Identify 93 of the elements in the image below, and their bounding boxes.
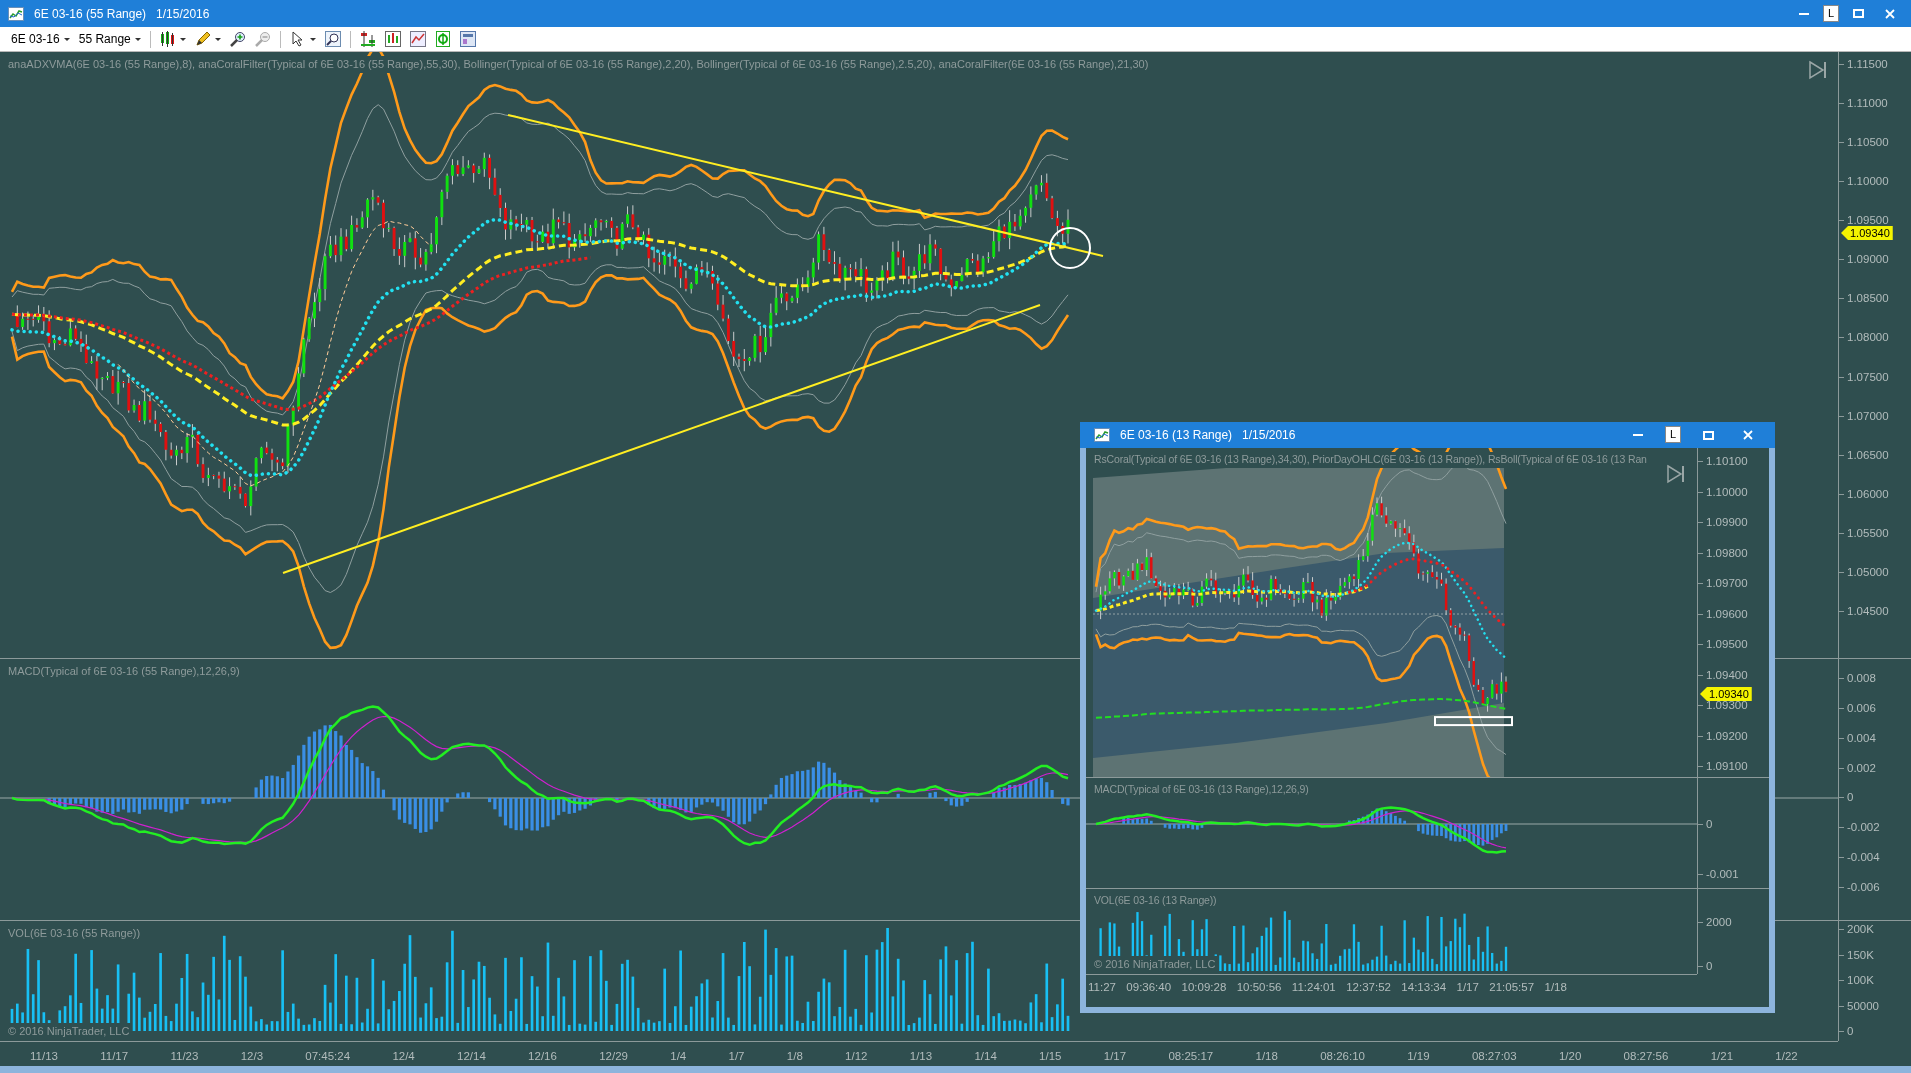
axis-label: 0.002: [1839, 759, 1876, 776]
axis-label: 1/4: [670, 1049, 687, 1064]
indicator-legend: VOL(6E 03-16 (13 Range)): [1092, 893, 1219, 909]
axis-label: 1.08000: [1839, 329, 1889, 346]
axis-label: 1.09600: [1698, 605, 1748, 622]
axis-label: 1.10000: [1839, 173, 1889, 190]
axis-label: 0: [1698, 958, 1713, 974]
axis-label: 1.11500: [1839, 56, 1888, 72]
indicator-legend: MACD(Typical of 6E 03-16 (13 Range),12,26,9): [1092, 782, 1311, 798]
axis-label: 1/17: [1103, 1049, 1127, 1064]
axis-label: 50000: [1839, 997, 1879, 1014]
axis-label: 200K: [1839, 921, 1874, 937]
axis-label: 12/29: [599, 1049, 628, 1064]
axis-label: 1.07000: [1839, 407, 1889, 424]
axis-label: 12/3: [240, 1049, 264, 1064]
axis-label: 1.05000: [1839, 563, 1889, 580]
axis-label: -0.006: [1839, 878, 1880, 895]
axis-label: 1/22: [1775, 1049, 1798, 1064]
axis-label: 08:27:56: [1623, 1049, 1669, 1064]
axis-label: 11/17: [100, 1049, 129, 1064]
axis-label: 12:37:52: [1346, 980, 1391, 995]
axis-label: 1/8: [786, 1049, 803, 1064]
axis-label: 1/17: [1456, 980, 1479, 995]
axis-label: 08:26:10: [1320, 1049, 1365, 1064]
indicator-legend: anaADXVMA(6E 03-16 (55 Range),8), anaCoralFilter(Typical of 6E 03-16 (55 Range),55,30), Bollinger(Typical of 6E 03-16 (55 Range),2,20), Bollinger(Typical of 6E 03-16 (55 Range),2.5,20), anaCoralFilter(6E 03-16 (55 Range),21,30): [6, 56, 1151, 73]
axis-label: 1.09100: [1698, 758, 1748, 774]
axis-label: 1.08500: [1839, 290, 1889, 307]
window-title: 6E 03-16 (13 Range): [1120, 427, 1233, 444]
axis-label: 12/16: [528, 1049, 557, 1064]
axis-label: 1/15: [1039, 1049, 1062, 1064]
axis-label: -0.001: [1698, 866, 1739, 882]
axis-label: 21:05:57: [1489, 980, 1535, 995]
window-date: 1/15/2016: [156, 5, 210, 23]
axis-label: 0.006: [1839, 699, 1876, 716]
axis-label: 1/20: [1558, 1049, 1582, 1064]
axis-label: 1.07500: [1839, 368, 1889, 385]
axis-label: 1.10500: [1839, 134, 1889, 151]
axis-label: 100K: [1839, 972, 1874, 988]
axis-label: 0: [1839, 789, 1854, 806]
axis-label: 1/13: [909, 1049, 933, 1064]
axis-label: 1.10100: [1698, 453, 1748, 469]
window-title: 6E 03-16 (55 Range): [34, 5, 147, 23]
axis-label: 2000: [1698, 914, 1732, 930]
axis-label: 1.09500: [1698, 636, 1748, 652]
axis-label: 1/7: [728, 1049, 745, 1064]
axis-label: 1.06500: [1839, 446, 1889, 463]
last-price-tag: 1.09340: [1700, 687, 1752, 701]
axis-label: 0: [1839, 1023, 1854, 1039]
instrument-dropdown[interactable]: 6E 03-16: [8, 28, 73, 50]
axis-label: 0.008: [1839, 670, 1876, 686]
axis-label: 1.09000: [1839, 251, 1889, 268]
axis-label: 150K: [1839, 946, 1874, 963]
axis-label: 1/12: [845, 1049, 868, 1064]
axis-label: -0.004: [1839, 849, 1880, 866]
axis-label: 1.10000: [1698, 483, 1748, 500]
axis-label: 10:09:28: [1181, 980, 1227, 995]
axis-label: -0.002: [1839, 819, 1880, 836]
interval-dropdown[interactable]: 55 Range: [75, 28, 144, 50]
axis-label: 08:25:17: [1168, 1049, 1214, 1064]
axis-label: 1.09400: [1698, 666, 1748, 683]
axis-label: 1.09800: [1698, 544, 1748, 561]
axis-label: 11:24:01: [1291, 980, 1336, 995]
axis-label: 1/18: [1255, 1049, 1278, 1064]
axis-label: 1/19: [1407, 1049, 1430, 1064]
axis-label: 1.05500: [1839, 524, 1889, 541]
axis-label: 1.09200: [1698, 727, 1748, 744]
axis-label: 08:27:03: [1471, 1049, 1517, 1064]
axis-label: 1/14: [974, 1049, 997, 1064]
axis-label: 11/13: [30, 1049, 58, 1064]
axis-label: 07:45:24: [305, 1049, 351, 1064]
axis-label: 1.11000: [1839, 95, 1888, 112]
axis-label: 11:27: [1088, 980, 1116, 995]
axis-label: 1/18: [1544, 980, 1567, 995]
axis-label: 1.06000: [1839, 485, 1889, 502]
axis-label: 0.004: [1839, 729, 1876, 746]
axis-label: 1.09500: [1839, 212, 1889, 229]
window-date: 1/15/2016: [1242, 427, 1296, 444]
axis-label: 0: [1698, 816, 1713, 832]
link-badge[interactable]: L: [1664, 426, 1681, 443]
axis-label: 1/21: [1710, 1049, 1734, 1064]
last-price-tag: 1.09340: [1841, 226, 1893, 240]
axis-label: 14:13:34: [1401, 980, 1447, 995]
link-badge[interactable]: L: [1822, 4, 1839, 22]
axis-label: 11/23: [170, 1049, 199, 1064]
axis-label: 1.09700: [1698, 575, 1748, 591]
indicator-legend: RsCoral(Typical of 6E 03-16 (13 Range),34,30), PriorDayOHLC(6E 03-16 (13 Range)), RsBoll(Typical of 6E 03-16 (13 Ran: [1092, 452, 1649, 468]
axis-label: 1.09900: [1698, 514, 1748, 530]
axis-label: 1.04500: [1839, 602, 1889, 619]
copyright-text: © 2016 NinjaTrader, LLC: [6, 1022, 132, 1039]
axis-label: 12/4: [392, 1049, 415, 1064]
axis-label: 09:36:40: [1126, 980, 1172, 995]
axis-label: 12/14: [457, 1049, 486, 1064]
axis-label: 10:50:56: [1236, 980, 1282, 995]
